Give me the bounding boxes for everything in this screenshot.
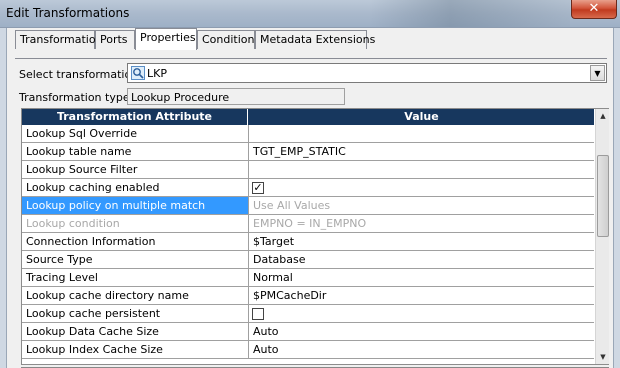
value-text: Auto	[253, 325, 279, 338]
value-text: Database	[253, 253, 306, 266]
attribute-cell[interactable]: Lookup Data Cache Size	[22, 323, 249, 340]
attribute-cell[interactable]: Lookup Index Cache Size	[22, 341, 249, 358]
tab-metadata-extensions[interactable]: Metadata Extensions	[255, 30, 375, 49]
column-header-value[interactable]: Value	[249, 109, 594, 125]
value-cell[interactable]	[249, 305, 594, 322]
table-row[interactable]: Lookup Sql Override	[22, 125, 594, 143]
scrollbar-thumb[interactable]	[597, 155, 609, 237]
transformation-type-label: Transformation type:	[19, 91, 134, 104]
transformation-type-field: Lookup Procedure	[127, 88, 345, 105]
table-row[interactable]: Lookup Data Cache Size Auto	[22, 323, 594, 341]
table-row[interactable]: Lookup table name TGT_EMP_STATIC	[22, 143, 594, 161]
value-cell[interactable]: EMPNO = IN_EMPNO	[249, 215, 594, 232]
attribute-cell[interactable]: Tracing Level	[22, 269, 249, 286]
dialog-body: Transformation Ports Properties Conditio…	[6, 28, 614, 368]
tab-label: Transformation	[20, 33, 103, 46]
table-row[interactable]: Lookup Index Cache Size Auto	[22, 341, 594, 359]
value-cell[interactable]: TGT_EMP_STATIC	[249, 143, 594, 160]
title-bar-background	[370, 0, 570, 27]
table-row[interactable]: Tracing Level Normal	[22, 269, 594, 287]
table-row[interactable]: Lookup policy on multiple match Use All V…	[22, 197, 594, 215]
tab-label: Ports	[100, 33, 128, 46]
value-text: Use All Values	[253, 199, 331, 212]
attribute-cell[interactable]: Lookup cache persistent	[22, 305, 249, 322]
checkbox-unchecked[interactable]	[252, 308, 264, 320]
tab-label: Condition	[202, 33, 255, 46]
attribute-cell[interactable]: Lookup condition	[22, 215, 249, 232]
value-text: Auto	[253, 343, 279, 356]
checkbox-checked[interactable]: ✓	[252, 182, 264, 194]
value-cell[interactable]: Auto	[249, 341, 594, 358]
attribute-cell[interactable]: Lookup cache directory name	[22, 287, 249, 304]
value-cell[interactable]: $PMCacheDir	[249, 287, 594, 304]
attribute-cell[interactable]: Connection Information	[22, 233, 249, 250]
scroll-up-icon[interactable]: ▲	[596, 109, 610, 123]
tab-transformation[interactable]: Transformation	[15, 30, 103, 49]
value-cell[interactable]: ✓	[249, 179, 594, 196]
value-cell[interactable]	[249, 125, 594, 142]
table-row[interactable]: Lookup condition EMPNO = IN_EMPNO	[22, 215, 594, 233]
value-text: $PMCacheDir	[253, 289, 327, 302]
value-cell[interactable]: Database	[249, 251, 594, 268]
value-cell[interactable]: Normal	[249, 269, 594, 286]
window-title: Edit Transformations	[6, 6, 130, 20]
tab-label: Properties	[140, 31, 196, 44]
value-cell[interactable]: Use All Values	[249, 197, 594, 214]
table-row[interactable]: Lookup cache directory name $PMCacheDir	[22, 287, 594, 305]
select-transformation-dropdown[interactable]: LKP ▼	[127, 63, 607, 83]
select-transformation-label: Select transformation:	[19, 68, 142, 81]
column-header-attribute[interactable]: Transformation Attribute	[22, 109, 248, 125]
tab-divider	[15, 58, 607, 59]
grid-header: Transformation Attribute Value	[22, 109, 594, 125]
value-cell[interactable]: Auto	[249, 323, 594, 340]
close-button[interactable]: ✕	[571, 0, 617, 19]
vertical-scrollbar[interactable]: ▲ ▼	[595, 109, 609, 364]
tab-condition[interactable]: Condition	[197, 30, 255, 49]
attribute-cell[interactable]: Lookup Source Filter	[22, 161, 249, 178]
tab-properties[interactable]: Properties	[135, 28, 197, 50]
value-text: Normal	[253, 271, 293, 284]
value-text: TGT_EMP_STATIC	[253, 145, 346, 158]
attribute-cell[interactable]: Lookup policy on multiple match	[22, 197, 249, 214]
dropdown-arrow-icon[interactable]: ▼	[590, 65, 605, 81]
scroll-down-icon[interactable]: ▼	[596, 350, 610, 364]
attribute-cell[interactable]: Lookup caching enabled	[22, 179, 249, 196]
table-row[interactable]: Lookup cache persistent	[22, 305, 594, 323]
select-transformation-value: LKP	[147, 67, 167, 80]
table-row[interactable]: Lookup caching enabled ✓	[22, 179, 594, 197]
value-cell[interactable]: $Target	[249, 233, 594, 250]
attribute-cell[interactable]: Source Type	[22, 251, 249, 268]
grid-rows: Lookup Sql Override Lookup table name TGT_…	[22, 125, 594, 359]
table-row[interactable]: Source Type Database	[22, 251, 594, 269]
attribute-cell[interactable]: Lookup Sql Override	[22, 125, 249, 142]
value-text: EMPNO = IN_EMPNO	[253, 217, 367, 230]
value-cell[interactable]	[249, 161, 594, 178]
title-bar: Edit Transformations ✕	[0, 0, 620, 28]
table-row[interactable]: Lookup Source Filter	[22, 161, 594, 179]
tab-label: Metadata Extensions	[260, 33, 376, 46]
table-row[interactable]: Connection Information $Target	[22, 233, 594, 251]
properties-grid: Transformation Attribute Value Lookup Sq…	[21, 108, 609, 365]
attribute-cell[interactable]: Lookup table name	[22, 143, 249, 160]
lookup-icon	[131, 66, 145, 80]
transformation-type-value: Lookup Procedure	[131, 91, 230, 104]
value-text: $Target	[253, 235, 295, 248]
tab-ports[interactable]: Ports	[95, 30, 135, 49]
